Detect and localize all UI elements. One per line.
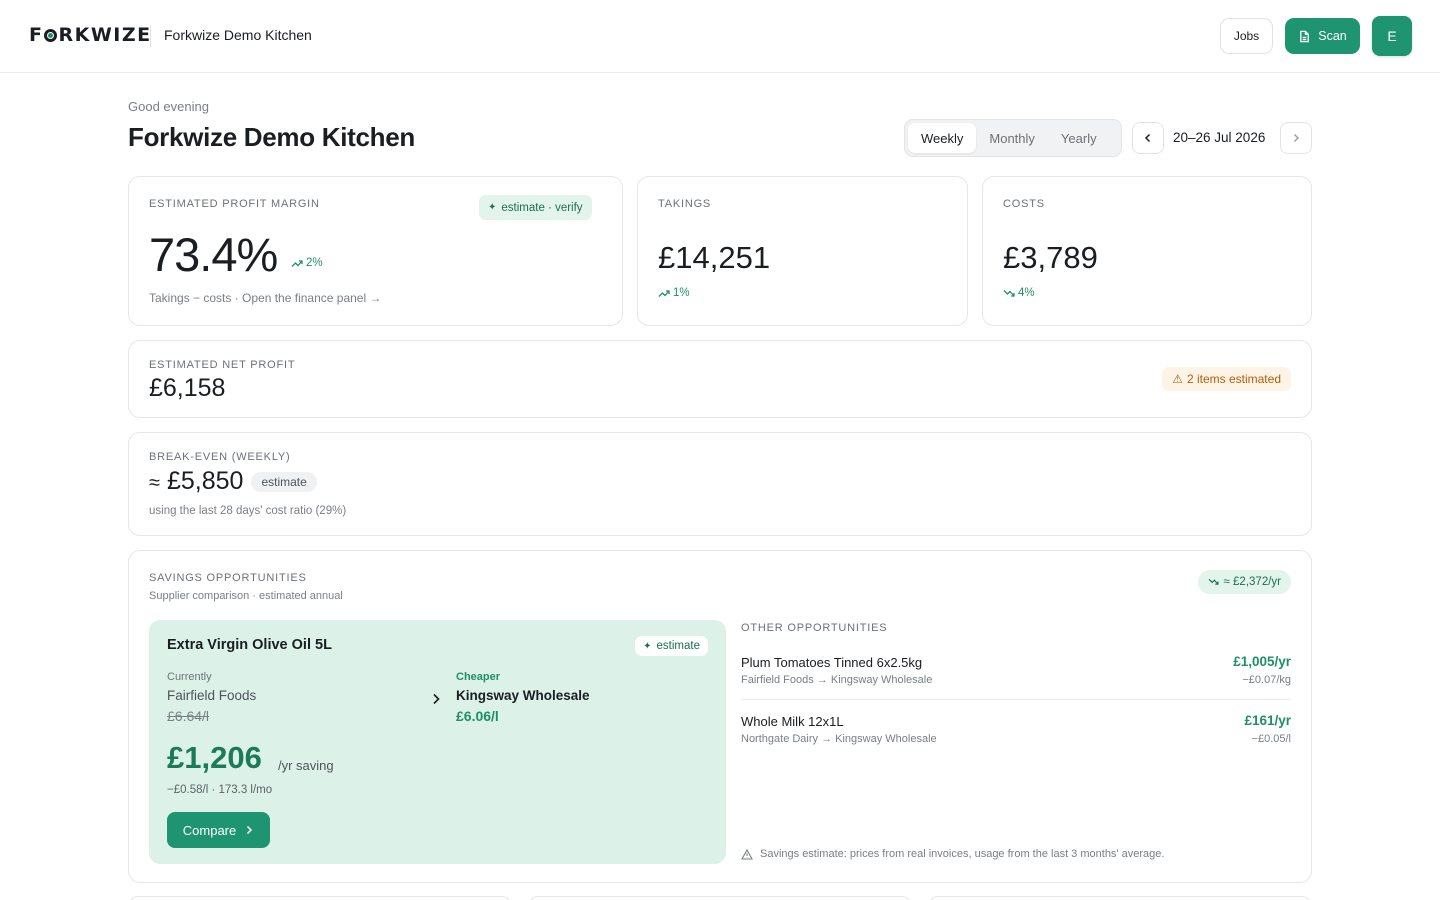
featured-saving-unit: /yr saving [278,758,334,773]
chevron-right-icon [247,825,253,835]
previous-period-button[interactable] [1132,122,1164,154]
savings-label: SAVINGS OPPORTUNITIES [149,572,307,584]
user-avatar[interactable]: E [1372,16,1412,56]
chevron-left-icon [1144,133,1151,143]
savings-total: ≈ £2,372/yr [1223,576,1281,588]
sparkle-icon: ✦ [488,202,497,213]
cheaper-supplier: Kingsway Wholesale [456,688,590,703]
current-label: Currently [167,671,212,683]
next-card-peek [128,896,512,900]
opportunity-unit-saving: −£0.05/l [1251,733,1291,745]
compare-label: Compare [182,822,237,838]
savings-subtitle: Supplier comparison · estimated annual [149,590,343,602]
brand-divider [150,25,151,47]
takings-trend: 1% [658,287,690,299]
other-opportunities-label: OTHER OPPORTUNITIES [741,622,888,634]
savings-card: SAVINGS OPPORTUNITIES Supplier compariso… [128,550,1312,883]
featured-product-name: Extra Virgin Olive Oil 5L [167,637,332,653]
greeting: Good evening [128,99,209,114]
logo-text-rest: RKWIZE [58,24,152,46]
page-title: Forkwize Demo Kitchen [128,122,415,152]
break-even-note: using the last 28 days' cost ratio (29%) [149,505,347,517]
featured-estimate-text: estimate [656,640,700,652]
featured-saving-amount: £1,206 [167,740,262,775]
profit-margin-trend-text: 2% [306,257,323,269]
next-period-button[interactable] [1280,122,1312,154]
break-even-label: BREAK-EVEN (WEEKLY) [149,451,291,463]
opportunity-amount: £1,005/yr [1233,654,1291,669]
trend-down-icon [1003,289,1015,297]
estimate-verify-text: estimate · verify [501,201,583,214]
costs-label: COSTS [1003,198,1045,210]
profit-margin-card[interactable]: ESTIMATED PROFIT MARGIN ✦ estimate · ver… [128,176,623,326]
tab-monthly[interactable]: Monthly [976,123,1048,153]
savings-footnote: Savings estimate: prices from real invoi… [741,848,1164,860]
takings-card[interactable]: TAKINGS £14,251 1% [637,176,968,326]
warning-icon [741,848,753,860]
top-bar: F RKWIZE Forkwize Demo Kitchen Jobs Scan … [0,0,1440,73]
opportunity-product: Whole Milk 12x1L [741,714,844,729]
trend-down-icon [1208,578,1219,585]
current-price: £6.64/l [167,708,210,724]
document-icon [1300,30,1310,42]
tab-weekly[interactable]: Weekly [908,123,977,153]
tab-yearly[interactable]: Yearly [1048,123,1110,153]
estimate-tag: estimate [251,472,317,492]
current-supplier: Fairfield Foods [167,688,257,703]
date-range: 20–26 Jul 2026 [1173,130,1266,145]
trend-up-icon [291,259,303,267]
break-even-row: ≈ £5,850 estimate [149,467,317,496]
savings-total-badge: ≈ £2,372/yr [1197,570,1291,594]
estimated-items-text: 2 items estimated [1186,372,1281,386]
costs-trend: 4% [1003,287,1035,299]
cheaper-price: £6.06/l [456,708,499,724]
net-profit-label: ESTIMATED NET PROFIT [149,359,296,371]
row-divider [741,699,1291,700]
approx-symbol: ≈ [149,472,160,494]
trend-up-icon [658,289,670,297]
opportunity-amount: £161/yr [1244,713,1291,728]
chevron-right-icon [433,693,440,705]
warning-icon: ⚠ [1172,372,1183,386]
featured-opportunity: Extra Virgin Olive Oil 5L ✦ estimate Cur… [149,620,726,864]
forkwize-logo[interactable]: F RKWIZE [29,24,152,46]
break-even-card: BREAK-EVEN (WEEKLY) ≈ £5,850 estimate us… [128,432,1312,536]
break-even-value: £5,850 [166,467,244,495]
next-card-peek [928,896,1312,900]
costs-trend-text: 4% [1018,287,1035,299]
estimate-verify-badge[interactable]: ✦ estimate · verify [479,195,592,220]
estimated-items-warning[interactable]: ⚠ 2 items estimated [1162,367,1291,391]
featured-estimate-tag: ✦ estimate [635,636,708,656]
net-profit-value: £6,158 [149,374,226,402]
profit-margin-trend: 2% [291,257,323,269]
opportunity-route: Fairfield Foods → Kingsway Wholesale [741,674,933,686]
net-profit-card[interactable]: ESTIMATED NET PROFIT £6,158 ⚠ 2 items es… [128,340,1312,418]
logo-text: F [29,24,44,46]
compare-button[interactable]: Compare [167,812,270,848]
takings-trend-text: 1% [673,287,690,299]
logo-o-mark [44,28,58,42]
kitchen-name[interactable]: Forkwize Demo Kitchen [164,27,312,43]
scan-label: Scan [1318,29,1347,43]
jobs-button[interactable]: Jobs [1220,18,1273,54]
opportunity-route: Northgate Dairy → Kingsway Wholesale [741,733,937,745]
costs-card[interactable]: COSTS £3,789 4% [982,176,1312,326]
scan-button[interactable]: Scan [1285,18,1360,54]
next-card-peek [528,896,912,900]
featured-saving-detail: −£0.58/l · 173.3 l/mo [167,784,273,796]
profit-margin-value: 73.4% [149,228,278,281]
opportunity-product: Plum Tomatoes Tinned 6x2.5kg [741,655,923,670]
profit-margin-label: ESTIMATED PROFIT MARGIN [149,198,320,210]
opportunity-unit-saving: −£0.07/kg [1242,674,1291,686]
period-switch: Weekly Monthly Yearly [904,119,1122,157]
takings-value: £14,251 [658,240,771,275]
takings-label: TAKINGS [658,198,712,210]
costs-value: £3,789 [1003,240,1098,275]
sparkle-icon: ✦ [643,640,652,652]
savings-footnote-text: Savings estimate: prices from real invoi… [760,848,1165,860]
chevron-right-icon [1293,133,1300,143]
cheaper-label: Cheaper [456,671,501,683]
finance-panel-link[interactable]: Takings − costs · Open the finance panel… [149,291,381,305]
